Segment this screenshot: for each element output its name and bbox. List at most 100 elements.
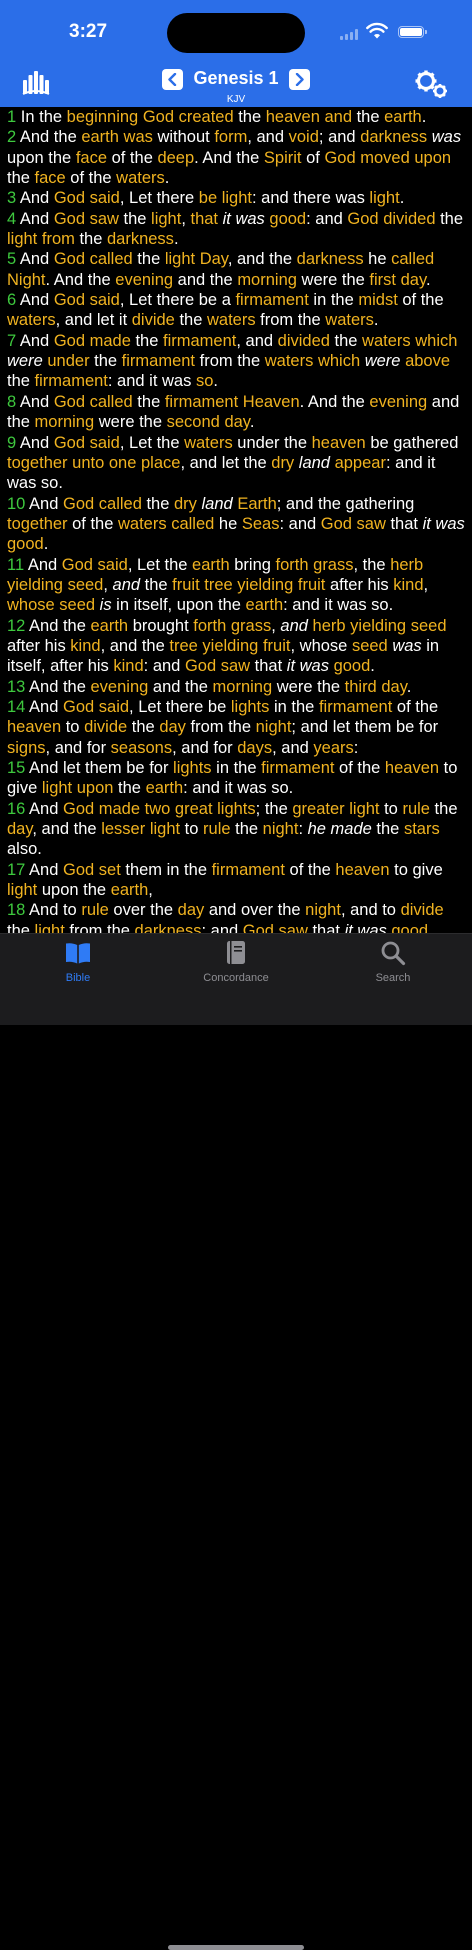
linked-word[interactable]: seasons	[111, 739, 172, 757]
verse-number[interactable]: 10	[7, 495, 25, 513]
linked-word[interactable]: created	[179, 108, 234, 126]
linked-word[interactable]: earth	[192, 556, 230, 574]
linked-word[interactable]: set	[99, 861, 121, 879]
verse-15[interactable]: 15 And let them be for lights in the fir…	[7, 758, 465, 799]
linked-word[interactable]: waters	[118, 515, 167, 533]
scripture-view[interactable]: 1 In the beginning God created the heave…	[0, 107, 472, 933]
verse-11[interactable]: 11 And God said, Let the earth bring for…	[7, 555, 465, 616]
linked-word[interactable]: rule	[402, 800, 430, 818]
linked-word[interactable]: said	[98, 556, 128, 574]
verse-3[interactable]: 3 And God said, Let there be light: and …	[7, 188, 465, 208]
linked-word[interactable]: moved	[360, 149, 410, 167]
linked-word[interactable]: saw	[90, 210, 119, 228]
linked-word[interactable]: day	[401, 271, 426, 289]
linked-word[interactable]: together	[7, 454, 68, 472]
linked-word[interactable]: said	[90, 189, 120, 207]
verse-number[interactable]: 5	[7, 250, 16, 268]
linked-word[interactable]: unto	[72, 454, 104, 472]
verse-1[interactable]: 1 In the beginning God created the heave…	[7, 107, 465, 127]
linked-word[interactable]: good	[7, 535, 44, 553]
linked-word[interactable]: earth	[111, 881, 149, 899]
linked-word[interactable]: first	[369, 271, 396, 289]
verse-number[interactable]: 11	[7, 556, 24, 574]
linked-word[interactable]: seed	[68, 576, 104, 594]
linked-word[interactable]: tree	[169, 637, 197, 655]
linked-word[interactable]: greater	[292, 800, 344, 818]
verse-13[interactable]: 13 And the evening and the morning were …	[7, 677, 465, 697]
linked-word[interactable]: kind	[393, 576, 423, 594]
linked-word[interactable]: light	[222, 189, 252, 207]
linked-word[interactable]: God	[63, 698, 94, 716]
linked-word[interactable]: dry	[271, 454, 294, 472]
linked-word[interactable]: day	[159, 718, 186, 736]
linked-word[interactable]: earth	[146, 779, 184, 797]
linked-word[interactable]: years	[313, 739, 353, 757]
linked-word[interactable]: seed	[352, 637, 388, 655]
linked-word[interactable]: earth	[81, 128, 119, 146]
linked-word[interactable]: good	[334, 657, 371, 675]
linked-word[interactable]: God	[321, 515, 352, 533]
linked-word[interactable]: night	[263, 820, 299, 838]
linked-word[interactable]: upon	[77, 779, 114, 797]
linked-word[interactable]: kind	[113, 657, 143, 675]
linked-word[interactable]: fruit	[172, 576, 200, 594]
linked-word[interactable]: yielding	[350, 617, 406, 635]
verse-number[interactable]: 1	[7, 108, 16, 126]
verse-number[interactable]: 8	[7, 393, 16, 411]
linked-word[interactable]: evening	[369, 393, 427, 411]
linked-word[interactable]: together	[7, 515, 68, 533]
linked-word[interactable]: lesser	[101, 820, 145, 838]
linked-word[interactable]: divide	[401, 901, 444, 919]
linked-word[interactable]: fruit	[298, 576, 326, 594]
linked-word[interactable]: earth	[384, 108, 422, 126]
linked-word[interactable]: firmament	[163, 332, 236, 350]
linked-word[interactable]: which	[415, 332, 457, 350]
linked-word[interactable]: morning	[35, 413, 95, 431]
verse-17[interactable]: 17 And God set them in the firmament of …	[7, 860, 465, 901]
verse-12[interactable]: 12 And the earth brought forth grass , an…	[7, 616, 465, 677]
verse-2[interactable]: 2 And the earth was without form, and vo…	[7, 127, 465, 188]
linked-word[interactable]: firmament	[165, 393, 238, 411]
linked-word[interactable]: called	[171, 515, 214, 533]
linked-word[interactable]: called	[90, 250, 133, 268]
linked-word[interactable]: herb	[313, 617, 346, 635]
linked-word[interactable]: two	[145, 800, 171, 818]
linked-word[interactable]: face	[76, 149, 107, 167]
settings-gears-icon[interactable]	[414, 69, 450, 99]
linked-word[interactable]: appear	[335, 454, 386, 472]
linked-word[interactable]: waters	[325, 311, 374, 329]
verse-10[interactable]: 10 And God called the dry land Earth; an…	[7, 494, 465, 555]
verse-number[interactable]: 2	[7, 128, 16, 146]
verse-number[interactable]: 9	[7, 434, 16, 452]
linked-word[interactable]: days	[237, 739, 272, 757]
linked-word[interactable]: void	[289, 128, 319, 146]
linked-word[interactable]: God	[63, 495, 94, 513]
linked-word[interactable]: under	[47, 352, 89, 370]
verse-4[interactable]: 4 And God saw the light, that it was goo…	[7, 209, 465, 250]
linked-word[interactable]: saw	[357, 515, 386, 533]
verse-number[interactable]: 15	[7, 759, 25, 777]
linked-word[interactable]: saw	[221, 657, 250, 675]
linked-word[interactable]: God	[243, 922, 274, 933]
linked-word[interactable]: waters	[265, 352, 314, 370]
verse-number[interactable]: 13	[7, 678, 25, 696]
linked-word[interactable]: Night	[7, 271, 46, 289]
linked-word[interactable]: divided	[383, 210, 435, 228]
linked-word[interactable]: rule	[203, 820, 231, 838]
linked-word[interactable]: God	[54, 332, 85, 350]
linked-word[interactable]: that	[191, 210, 219, 228]
linked-word[interactable]: divided	[278, 332, 330, 350]
linked-word[interactable]: Seas	[242, 515, 280, 533]
linked-word[interactable]: third	[345, 678, 377, 696]
linked-word[interactable]: light	[151, 210, 181, 228]
linked-word[interactable]: firmament	[35, 372, 108, 390]
linked-word[interactable]: light	[349, 800, 379, 818]
linked-word[interactable]: day	[381, 678, 406, 696]
linked-word[interactable]: herb	[390, 556, 423, 574]
linked-word[interactable]: was	[124, 128, 153, 146]
linked-word[interactable]: said	[90, 434, 120, 452]
linked-word[interactable]: above	[405, 352, 450, 370]
verse-7[interactable]: 7 And God made the firmament, and divide…	[7, 331, 465, 392]
linked-word[interactable]: light	[165, 250, 195, 268]
linked-word[interactable]: Spirit	[264, 149, 302, 167]
